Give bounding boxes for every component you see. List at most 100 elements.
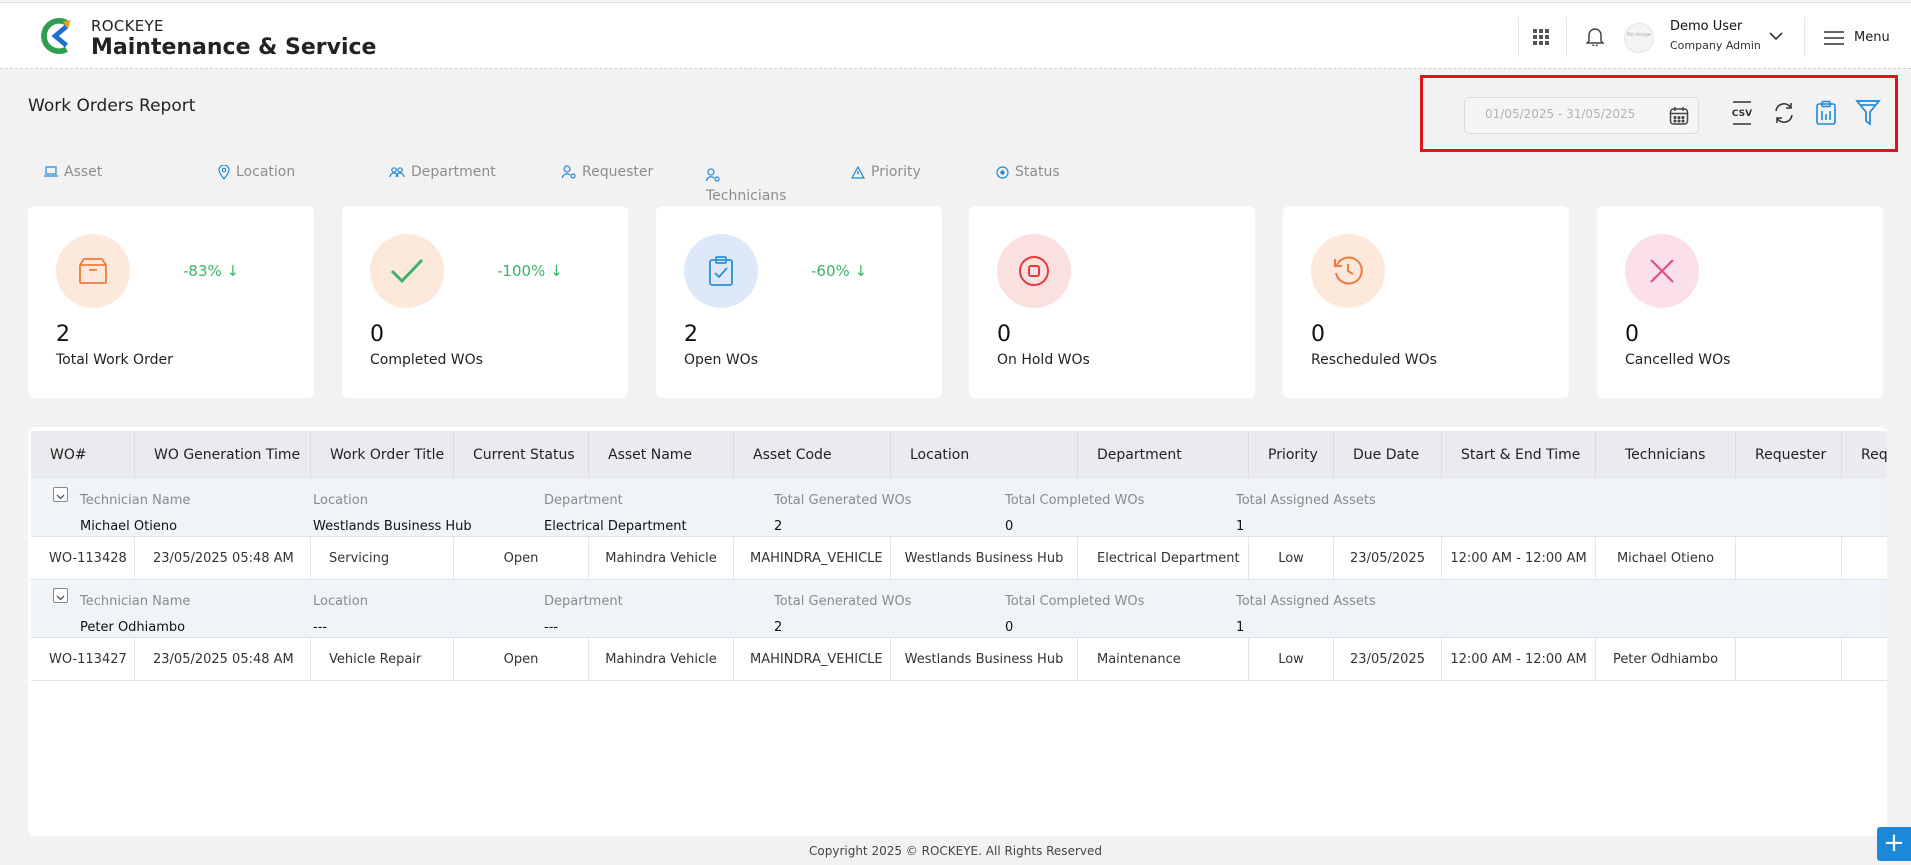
stat-card-rescheduled-wos[interactable]: 0 Rescheduled WOs [1283,206,1569,398]
header-divider [1804,17,1805,57]
card-value: 0 [370,322,384,347]
table-cell: MAHINDRA_VEHICLE [734,638,891,681]
user-name[interactable]: Demo User [1670,19,1742,34]
group-label: Department [544,493,623,508]
table-cell: Low [1249,537,1334,580]
card-label: Total Work Order [56,352,173,368]
check-icon [370,234,444,308]
map-pin-icon [218,164,230,180]
table-cell: Low [1249,638,1334,681]
table-cell: Westlands Business Hub [891,638,1078,681]
calendar-icon[interactable] [1669,106,1689,130]
stop-icon [997,234,1071,308]
notification-bell-icon[interactable] [1584,25,1606,47]
filter-tab-department[interactable]: Department [389,164,496,180]
column-header[interactable]: Department [1078,431,1249,479]
card-label: Completed WOs [370,352,483,368]
stat-card-on-hold-wos[interactable]: 0 On Hold WOs [969,206,1255,398]
stat-card-completed-wos[interactable]: -100% ↓ 0 Completed WOs [342,206,628,398]
column-header[interactable]: WO Generation Time [135,431,311,479]
table-cell: Open [454,638,589,681]
table-cell [1842,537,1887,580]
column-header[interactable]: Asset Name [589,431,734,479]
column-header[interactable]: Requester [1736,431,1842,479]
column-header[interactable]: Req [1842,431,1887,479]
table-cell: 23/05/2025 [1334,537,1442,580]
page-title: Work Orders Report [28,96,196,116]
add-button[interactable]: + [1877,827,1911,861]
clipboard-icon[interactable] [1811,96,1841,130]
table-cell [1842,638,1887,681]
table-cell: Peter Odhiambo [1596,638,1736,681]
card-delta: -60% ↓ [811,262,868,280]
filter-tab-label: Requester [582,164,654,180]
footer-copyright: Copyright 2025 © ROCKEYE. All Rights Res… [809,844,1102,858]
header-divider [1518,17,1519,57]
card-label: Open WOs [684,352,758,368]
filter-tab-technicians[interactable]: Technicians [706,188,786,204]
filter-tab-asset[interactable]: Asset [44,164,102,180]
header-divider [1566,17,1567,57]
column-header[interactable]: Work Order Title [311,431,454,479]
user-avatar[interactable]: No image [1624,23,1654,53]
table-cell: 12:00 AM - 12:00 AM [1442,638,1596,681]
filter-tab-priority[interactable]: Priority [851,164,921,180]
filter-tab-requester[interactable]: Requester [562,164,653,180]
card-delta: -100% ↓ [497,262,563,280]
filter-tab-label: Location [236,164,296,180]
apps-grid-icon[interactable] [1531,27,1551,47]
warning-triangle-icon [851,165,865,179]
filter-tab-status[interactable]: Status [996,164,1060,180]
group-label: Total Assigned Assets [1236,594,1376,609]
csv-export-icon[interactable]: CSV [1727,96,1757,130]
table-cell: WO-113428 [31,537,135,580]
brand-name: ROCKEYE [91,17,164,35]
table-cell: Open [454,537,589,580]
column-header[interactable]: Location [891,431,1078,479]
technician-group-row: Technician Name Location Department Tota… [31,479,1887,537]
group-value: Electrical Department [544,519,687,534]
column-header[interactable]: Current Status [454,431,589,479]
group-label: Total Generated WOs [774,493,912,508]
card-value: 2 [56,322,70,347]
table-row[interactable]: WO-113428 23/05/2025 05:48 AM Servicing … [31,537,1887,580]
stat-card-cancelled-wos[interactable]: 0 Cancelled WOs [1597,206,1883,398]
group-value: 0 [1005,620,1014,635]
stat-card-open-wos[interactable]: -60% ↓ 2 Open WOs [656,206,942,398]
filter-tab-label: Priority [871,164,921,180]
collapse-checkbox[interactable] [53,588,68,603]
group-value: Michael Otieno [80,519,178,534]
clipboard-check-icon [684,234,758,308]
card-label: On Hold WOs [997,352,1090,368]
filter-tab-location[interactable]: Location [218,164,295,180]
refresh-icon[interactable] [1769,96,1799,130]
column-header[interactable]: Technicians [1596,431,1736,479]
card-value: 0 [1311,322,1325,347]
chevron-down-icon[interactable] [1768,30,1784,42]
group-label: Location [313,493,368,508]
group-value: Peter Odhiambo [80,620,186,635]
collapse-checkbox[interactable] [53,487,68,502]
user-role: Company Admin [1670,39,1761,52]
column-header[interactable]: Start & End Time [1442,431,1596,479]
table-cell: Mahindra Vehicle [589,537,734,580]
group-value: 2 [774,519,783,534]
table-cell: 23/05/2025 [1334,638,1442,681]
rockeye-logo[interactable] [38,17,76,55]
column-header[interactable]: Priority [1249,431,1334,479]
hamburger-menu-icon[interactable] [1824,30,1844,46]
menu-button[interactable]: Menu [1854,30,1890,45]
technician-group-row: Technician Name Location Department Tota… [31,580,1887,638]
group-label: Total Completed WOs [1005,493,1145,508]
filter-icon[interactable] [1853,96,1883,130]
date-range-input[interactable]: 01/05/2025 - 31/05/2025 [1464,97,1699,134]
table-row[interactable]: WO-113427 23/05/2025 05:48 AM Vehicle Re… [31,638,1887,681]
column-header[interactable]: Due Date [1334,431,1442,479]
column-header[interactable]: Asset Code [734,431,891,479]
group-value: Westlands Business Hub [313,519,472,534]
date-range-value: 01/05/2025 - 31/05/2025 [1485,107,1636,121]
group-label: Department [544,594,623,609]
stat-card-total-work-order[interactable]: -83% ↓ 2 Total Work Order [28,206,314,398]
card-label: Cancelled WOs [1625,352,1731,368]
column-header[interactable]: WO# [31,431,135,479]
